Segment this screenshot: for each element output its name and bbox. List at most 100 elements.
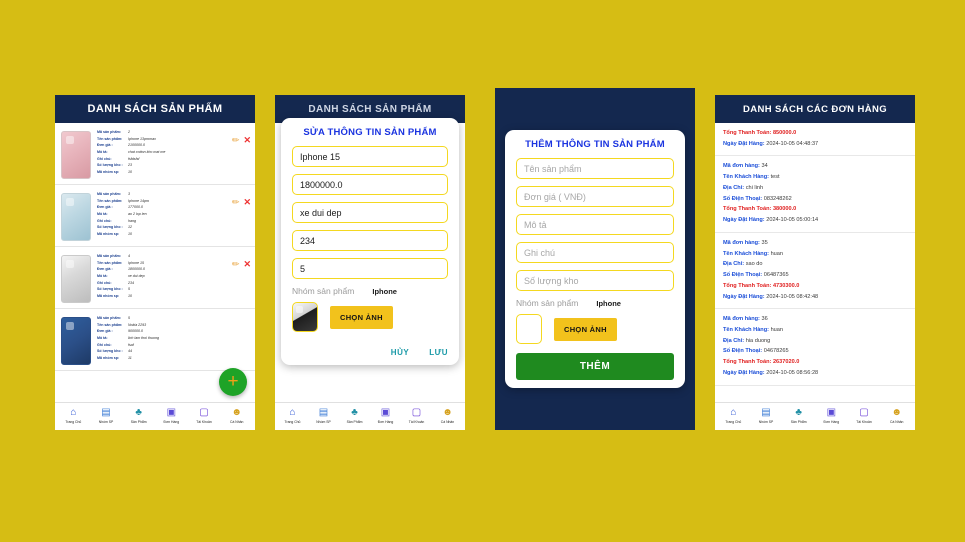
sidebar-item-home[interactable]: ⌂ Trang Chủ (57, 407, 90, 426)
person-icon: ☻ (442, 407, 453, 418)
person-icon: ☻ (891, 407, 902, 418)
label-phone: Số Điện Thoại: (723, 195, 763, 202)
table-row[interactable]: Mã sản phẩm: 3 Tên sản phẩm: Iphone 14pro … (55, 185, 255, 247)
value-id: 35 (761, 239, 768, 246)
nav-label: Sản Phẩm (130, 420, 147, 424)
price-field[interactable] (516, 186, 674, 207)
add-product-fab[interactable]: + (219, 368, 247, 396)
table-row[interactable]: Mã sản phẩm: 5 Tên sản phẩm: Nokia 2293 Đơ… (55, 309, 255, 371)
note-field[interactable] (516, 242, 674, 263)
note-field[interactable] (292, 230, 448, 251)
list-item[interactable]: Tổng Thanh Toán: 850000.0 Ngày Đặt Hàng:… (715, 123, 915, 157)
sidebar-item-orders[interactable]: ▣ Đơn Hàng (155, 407, 188, 426)
label-id: Mã đơn hàng: (723, 163, 760, 170)
sidebar-item-account[interactable]: ▢ Tài Khoản (401, 407, 432, 426)
label-desc: Mô tả: (97, 149, 108, 154)
value-group: 10 (128, 293, 132, 298)
label-address: Địa Chỉ: (723, 184, 745, 191)
value-total: 850000.0 (772, 130, 797, 136)
sidebar-item-products[interactable]: ♣ Sản Phẩm (339, 407, 370, 426)
nav-label: Tài Khoản (856, 420, 872, 424)
sidebar-item-groups[interactable]: ▤ Nhóm SP (90, 407, 123, 426)
list-item[interactable]: Mã đơn hàng: 34 Tên Khách Hàng: test Địa… (715, 156, 915, 233)
value-note: fsaf (128, 342, 134, 347)
label-desc: Mô tả: (97, 211, 108, 216)
product-image-preview[interactable] (292, 302, 318, 332)
close-icon[interactable]: ✕ (243, 197, 251, 208)
product-image-preview[interactable] (516, 314, 542, 344)
product-group-value: Iphone (372, 286, 397, 296)
sidebar-item-orders[interactable]: ▣ Đơn Hàng (370, 407, 401, 426)
image-picker-row: CHỌN ẢNH (516, 314, 674, 344)
value-price: 2100000.0 (128, 143, 145, 148)
sidebar-item-home[interactable]: ⌂ Trang Chủ (277, 407, 308, 426)
sidebar-item-home[interactable]: ⌂ Trang Chủ (717, 407, 750, 426)
description-field[interactable] (516, 214, 674, 235)
value-id: 34 (761, 163, 768, 170)
nav-label: Cá Nhân (230, 420, 244, 424)
stock-field[interactable] (292, 258, 448, 279)
save-button[interactable]: LƯU (429, 348, 448, 357)
sidebar-item-profile[interactable]: ☻ Cá Nhân (432, 407, 463, 426)
table-row[interactable]: Mã sản phẩm: 4 Tên sản phẩm: Iphone 15 Đơn… (55, 247, 255, 309)
stock-field[interactable] (516, 270, 674, 291)
label-customer: Tên Khách Hàng: (723, 327, 769, 334)
label-total: Tổng Thanh Toán: (723, 282, 772, 289)
value-price: 177000.0 (128, 205, 143, 210)
choose-image-button[interactable]: CHỌN ẢNH (554, 317, 617, 341)
sidebar-item-groups[interactable]: ▤ Nhóm SP (750, 407, 783, 426)
sidebar-item-products[interactable]: ♣ Sản Phẩm (782, 407, 815, 426)
orders-list[interactable]: Tổng Thanh Toán: 850000.0 Ngày Đặt Hàng:… (715, 123, 915, 402)
nav-label: Trang Chủ (284, 420, 301, 424)
sidebar-item-profile[interactable]: ☻ Cá Nhân (880, 407, 913, 426)
table-row[interactable]: Mã sản phẩm: 2 Tên sản phẩm: Iphone 13prom… (55, 123, 255, 185)
home-icon: ⌂ (70, 407, 77, 418)
sidebar-item-account[interactable]: ▢ Tài Khoản (848, 407, 881, 426)
label-id: Mã sản phẩm: (97, 192, 121, 196)
sidebar-item-groups[interactable]: ▤ Nhóm SP (308, 407, 339, 426)
value-group: 11 (128, 355, 132, 360)
label-name: Tên sản phẩm: (97, 260, 123, 265)
value-price: 900000.0 (128, 329, 143, 334)
value-stock: 23 (128, 163, 132, 168)
product-list[interactable]: Mã sản phẩm: 2 Tên sản phẩm: Iphone 13prom… (55, 123, 255, 402)
label-id: Mã đơn hàng: (723, 239, 760, 246)
product-thumbnail (61, 317, 91, 365)
pencil-icon[interactable]: ✏ (232, 135, 240, 146)
account-card-icon: ▢ (411, 407, 422, 418)
sidebar-item-profile[interactable]: ☻ Cá Nhân (220, 407, 253, 426)
nav-label: Nhóm SP (98, 420, 114, 424)
close-icon[interactable]: ✕ (243, 135, 251, 146)
product-fields: Mã sản phẩm: 4 Tên sản phẩm: Iphone 15 Đơn… (97, 253, 221, 299)
value-group: 10 (128, 169, 132, 174)
product-name-field[interactable] (292, 146, 448, 167)
pencil-icon[interactable]: ✏ (232, 197, 240, 208)
product-name-field[interactable] (516, 158, 674, 179)
shirt-icon: ♣ (795, 407, 802, 418)
label-stock: Số lượng kho : (97, 163, 123, 168)
product-group-row[interactable]: Nhóm sản phẩm Iphone (516, 298, 674, 308)
list-item[interactable]: Mã đơn hàng: 35 Tên Khách Hàng: huan Địa… (715, 233, 915, 310)
label-stock: Số lượng kho : (97, 225, 123, 230)
sidebar-item-products[interactable]: ♣ Sản Phẩm (122, 407, 155, 426)
close-icon[interactable]: ✕ (243, 259, 251, 270)
value-id: 5 (128, 316, 130, 320)
value-date: 2024-10-05 08:56:28 (766, 369, 819, 376)
submit-button[interactable]: THÊM (516, 353, 674, 380)
pencil-icon[interactable]: ✏ (232, 259, 240, 270)
nav-label: Trang Chủ (65, 420, 82, 424)
list-item[interactable]: Mã đơn hàng: 36 Tên Khách Hàng: huan Địa… (715, 309, 915, 386)
edit-product-screen: DANH SÁCH SẢN PHẨM SỬA THÔNG TIN SẢN PHẨ… (275, 95, 465, 430)
sidebar-item-orders[interactable]: ▣ Đơn Hàng (815, 407, 848, 426)
sidebar-item-account[interactable]: ▢ Tài Khoản (188, 407, 221, 426)
label-price: Đơn giá : (97, 267, 113, 272)
choose-image-button[interactable]: CHỌN ẢNH (330, 305, 393, 329)
orders-list-screen: DANH SÁCH CÁC ĐƠN HÀNG Tổng Thanh Toán: … (715, 95, 915, 430)
price-field[interactable] (292, 174, 448, 195)
value-name: Iphone 14pro (128, 198, 150, 203)
label-price: Đơn giá : (97, 143, 113, 148)
description-field[interactable] (292, 202, 448, 223)
product-group-row[interactable]: Nhóm sản phẩm Iphone (292, 286, 448, 296)
folder-icon: ▤ (318, 407, 329, 418)
cancel-button[interactable]: HỦY (391, 348, 409, 357)
